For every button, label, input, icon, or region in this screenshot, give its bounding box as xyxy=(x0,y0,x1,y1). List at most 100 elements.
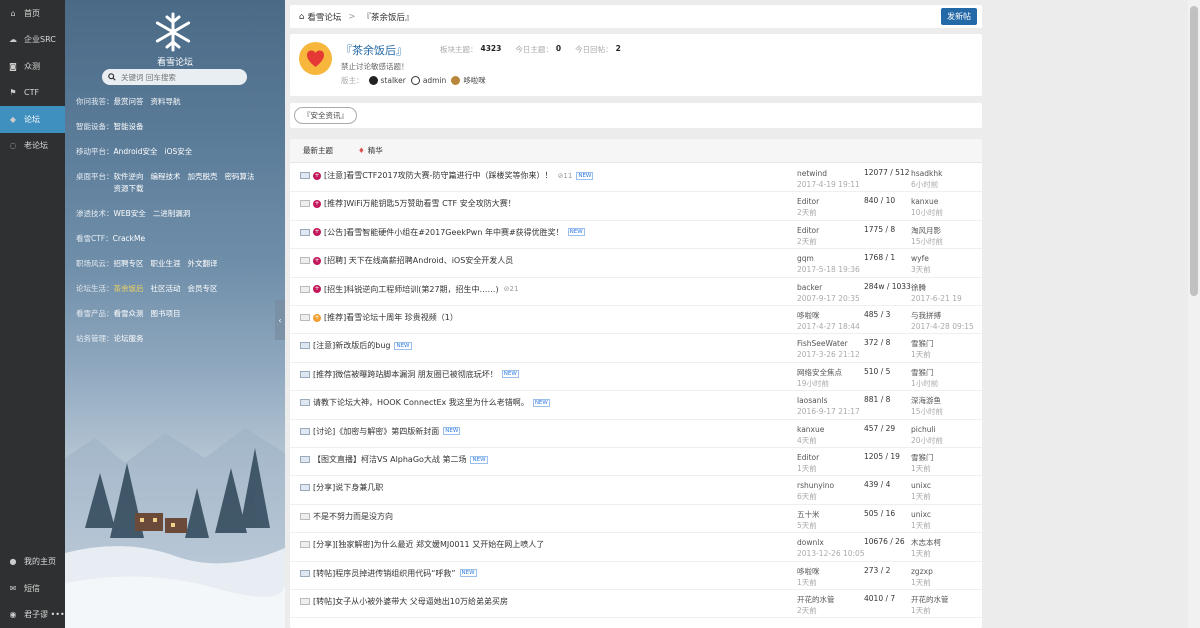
thread-author[interactable]: downlx xyxy=(797,537,865,548)
category-link[interactable]: CrackMe xyxy=(113,233,145,245)
breadcrumb-home-link[interactable]: 看雪论坛 xyxy=(307,11,341,23)
nav-item-0[interactable]: ⌂ 首页 xyxy=(0,0,65,27)
thread-title[interactable]: [招生]科锐逆向工程师培训(第27期，招生中……) xyxy=(324,284,499,295)
category-link[interactable]: 会员专区 xyxy=(188,283,218,295)
thread-author[interactable]: netwind xyxy=(797,168,860,179)
table-row[interactable]: [注意]新改版后的bug NEW FishSeeWater 2017-3-26 21:… xyxy=(290,334,982,363)
nav-item-b1[interactable]: ✉ 短信 xyxy=(0,575,65,602)
moderator[interactable]: 哆啦咪 xyxy=(451,75,486,86)
last-reply-user[interactable]: 淘风月影 xyxy=(911,225,943,236)
thread-author[interactable]: Editor xyxy=(797,452,819,463)
thread-title[interactable]: [招聘] 天下在线高薪招聘Android、iOS安全开发人员 xyxy=(324,255,513,266)
category-link[interactable]: 外文翻译 xyxy=(188,258,218,270)
table-row[interactable]: + [推荐]看雪论坛十周年 珍贵视频（1） 哆啦咪 2017-4-27 18:44 48… xyxy=(290,306,982,335)
thread-author[interactable]: 五十米 xyxy=(797,509,820,520)
nav-item-b2[interactable]: ◉ 君子谬 ••• xyxy=(0,602,65,628)
category-link[interactable]: iOS安全 xyxy=(165,146,193,158)
last-reply-user[interactable]: unixc xyxy=(911,509,931,520)
last-reply-user[interactable]: 徐腾 xyxy=(911,282,962,293)
last-reply-user[interactable]: 木志本柯 xyxy=(911,537,941,548)
thread-author[interactable]: 开花的水管 xyxy=(797,594,835,605)
thread-author[interactable]: Editor xyxy=(797,225,819,236)
thread-title[interactable]: [讨论]《加密与解密》第四版新封面 xyxy=(313,426,439,437)
tab-digest[interactable]: ♦ 精华 xyxy=(358,145,408,156)
breadcrumb-current[interactable]: 『茶余饭后』 xyxy=(363,11,414,23)
nav-item-5[interactable]: ◌ 老论坛 xyxy=(0,133,65,160)
thread-author[interactable]: Editor xyxy=(797,196,819,207)
category-link[interactable]: 资料导航 xyxy=(151,96,181,108)
tab-latest[interactable]: 最新主题 xyxy=(303,145,333,156)
sidebar-search[interactable] xyxy=(102,69,247,85)
nav-item-3[interactable]: ⚑ CTF xyxy=(0,80,65,107)
table-row[interactable]: 不是不努力而是没方向 五十米 5天前 505 / 16 unixc 1天前 xyxy=(290,505,982,534)
table-row[interactable]: 请教下论坛大神，HOOK ConnectEx 我这里为什么老错啊。 NEW laos… xyxy=(290,391,982,420)
nav-item-b0[interactable]: ● 我的主页 xyxy=(0,549,65,576)
last-reply-user[interactable]: 雪猴门 xyxy=(911,338,934,349)
thread-title[interactable]: [推荐]看雪论坛十周年 珍贵视频（1） xyxy=(324,312,458,323)
category-link[interactable]: 职业生涯 xyxy=(151,258,181,270)
table-row[interactable]: [分享]说下身兼几职 rshunyino 6天前 439 / 4 unixc 1天前 xyxy=(290,476,982,505)
table-row[interactable]: [推荐]微信被曝跨站脚本漏洞 朋友圈已被彻底玩坏！ NEW 网络安全焦点 19小时前 5… xyxy=(290,363,982,392)
category-link[interactable]: 看雪众测 xyxy=(114,308,144,320)
thread-author[interactable]: 网络安全焦点 xyxy=(797,367,842,378)
last-reply-user[interactable]: zgzxp xyxy=(911,566,933,577)
category-link[interactable]: 密码算法 xyxy=(225,171,255,183)
category-link[interactable]: 资源下载 xyxy=(114,183,144,195)
category-link[interactable]: 茶余饭后 xyxy=(114,283,144,295)
thread-title[interactable]: [转帖]程序员掉进传销组织用代码“呼救” xyxy=(313,568,456,579)
last-reply-user[interactable]: 雪猴门 xyxy=(911,367,938,378)
last-reply-user[interactable]: 与我拼搏 xyxy=(911,310,974,321)
category-link[interactable]: 二进制漏洞 xyxy=(153,208,191,220)
last-reply-user[interactable]: hsadkhk xyxy=(911,168,942,179)
table-row[interactable]: + [公告]看雪智能硬件小组在#2017GeekPwn 年中赛#获得优胜奖！ NEW… xyxy=(290,221,982,250)
nav-item-1[interactable]: ☁ 企业SRC xyxy=(0,27,65,54)
category-link[interactable]: 招聘专区 xyxy=(114,258,144,270)
category-link[interactable]: 智能设备 xyxy=(114,121,144,133)
last-reply-user[interactable]: 开花的水管 xyxy=(911,594,949,605)
category-link[interactable]: 悬赏问答 xyxy=(114,96,144,108)
thread-author[interactable]: rshunyino xyxy=(797,480,834,491)
nav-item-2[interactable]: ◙ 众测 xyxy=(0,53,65,80)
scrollbar-thumb[interactable] xyxy=(1190,6,1198,296)
category-link[interactable]: WEB安全 xyxy=(114,208,146,220)
nav-item-4[interactable]: ◆ 论坛 xyxy=(0,106,65,133)
table-row[interactable]: 【图文直播】柯洁VS AlphaGo大战 第二场 NEW Editor 1天前 1205… xyxy=(290,448,982,477)
moderator[interactable]: admin xyxy=(410,76,446,85)
category-link[interactable]: 编程技术 xyxy=(151,171,181,183)
last-reply-user[interactable]: wyfe xyxy=(911,253,931,264)
thread-author[interactable]: FishSeeWater xyxy=(797,338,860,349)
thread-title[interactable]: [公告]看雪智能硬件小组在#2017GeekPwn 年中赛#获得优胜奖！ xyxy=(324,227,564,238)
category-link[interactable]: 社区活动 xyxy=(151,283,181,295)
search-input[interactable] xyxy=(121,72,241,82)
thread-title[interactable]: [注意]新改版后的bug xyxy=(313,340,390,351)
category-link[interactable]: 加壳脱壳 xyxy=(188,171,218,183)
page-scrollbar[interactable] xyxy=(1188,0,1200,628)
last-reply-user[interactable]: kanxue xyxy=(911,196,943,207)
thread-title[interactable]: [分享][独家解密]为什么最近 郑文媛MJ0011 又开始在网上喷人了 xyxy=(313,539,544,550)
table-row[interactable]: + [招聘] 天下在线高薪招聘Android、iOS安全开发人员 gqm 2017-5… xyxy=(290,249,982,278)
table-row[interactable]: + [招生]科锐逆向工程师培训(第27期，招生中……) ⊘21 backer 2007-… xyxy=(290,278,982,306)
thread-author[interactable]: kanxue xyxy=(797,424,824,435)
category-link[interactable]: 软件逆向 xyxy=(114,171,144,183)
category-link[interactable]: Android安全 xyxy=(114,146,158,158)
table-row[interactable]: + [推荐]WiFi万能钥匙5万赞助看雪 CTF 安全攻防大赛！ Editor 2天前… xyxy=(290,192,982,221)
table-row[interactable]: + [注意]看雪CTF2017攻防大赛-防守篇进行中（踩楼奖等你来）！ ⊘11 NEW… xyxy=(290,164,982,193)
thread-title[interactable]: [转帖]女子从小被外婆带大 父母逼她出10万给弟弟买房 xyxy=(313,596,508,607)
thread-title[interactable]: 【图文直播】柯洁VS AlphaGo大战 第二场 xyxy=(313,454,466,465)
last-reply-user[interactable]: 深海游鱼 xyxy=(911,395,943,406)
thread-title[interactable]: [分享]说下身兼几职 xyxy=(313,482,383,493)
thread-title[interactable]: 请教下论坛大神，HOOK ConnectEx 我这里为什么老错啊。 xyxy=(313,397,529,408)
last-reply-user[interactable]: pichuli xyxy=(911,424,943,435)
thread-title[interactable]: [推荐]微信被曝跨站脚本漏洞 朋友圈已被彻底玩坏！ xyxy=(313,369,498,380)
thread-author[interactable]: 哆啦咪 xyxy=(797,310,860,321)
table-row[interactable]: [转帖]程序员掉进传销组织用代码“呼救” NEW 哆啦咪 1天前 273 / 2 zgzx… xyxy=(290,562,982,590)
table-row[interactable]: [分享][独家解密]为什么最近 郑文媛MJ0011 又开始在网上喷人了 downl… xyxy=(290,533,982,562)
category-link[interactable]: 论坛服务 xyxy=(114,333,144,345)
thread-title[interactable]: [注意]看雪CTF2017攻防大赛-防守篇进行中（踩楼奖等你来）！ xyxy=(324,170,553,181)
thread-author[interactable]: gqm xyxy=(797,253,860,264)
moderator[interactable]: stalker xyxy=(368,76,406,85)
thread-title[interactable]: 不是不努力而是没方向 xyxy=(313,511,393,522)
thread-author[interactable]: laosanls xyxy=(797,395,860,406)
thread-author[interactable]: 哆啦咪 xyxy=(797,566,820,577)
thread-title[interactable]: [推荐]WiFi万能钥匙5万赞助看雪 CTF 安全攻防大赛！ xyxy=(324,198,516,209)
